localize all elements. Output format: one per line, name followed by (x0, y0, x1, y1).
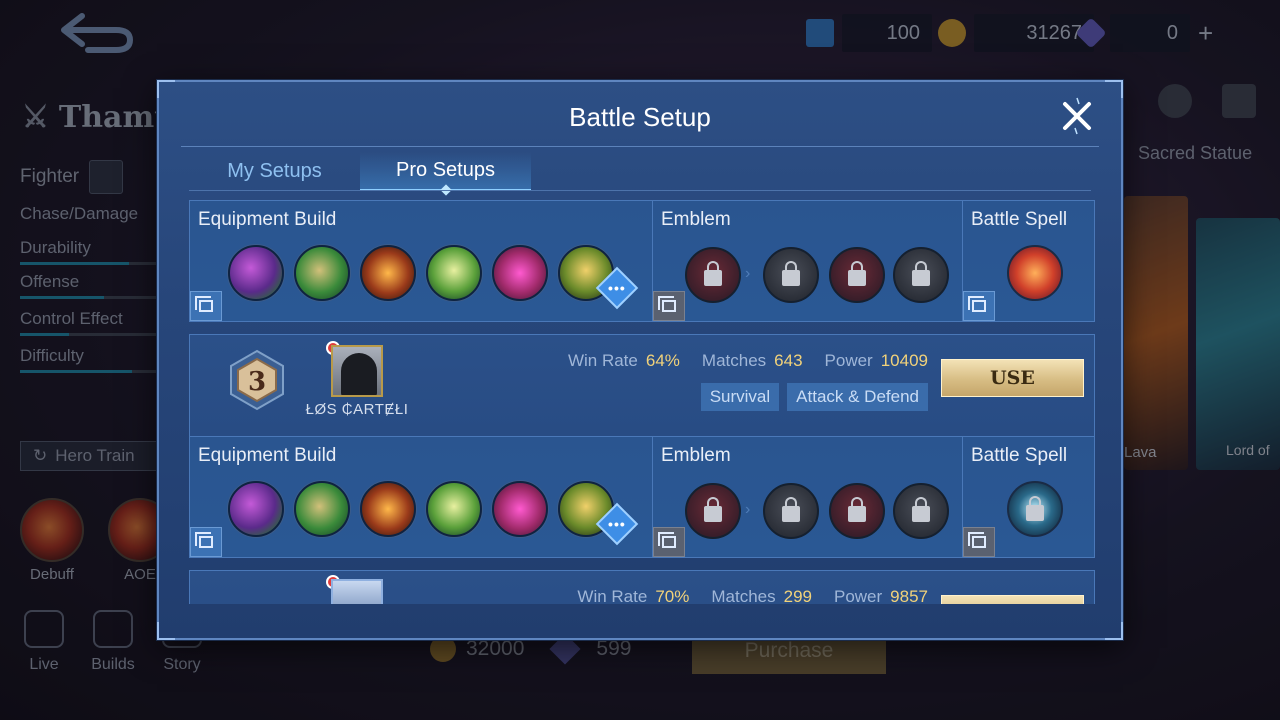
emblem-talent-1-icon[interactable] (763, 247, 819, 303)
copy-build-icon[interactable] (190, 527, 222, 557)
tag-attack-defend: Attack & Defend (787, 383, 928, 411)
emblem-main-icon[interactable] (685, 247, 741, 303)
bloodlust-axe-item-icon[interactable] (492, 481, 548, 537)
avatar[interactable] (331, 345, 383, 397)
emblem-section: Emblem › (653, 437, 962, 557)
lock-icon (782, 261, 800, 286)
lock-icon (912, 261, 930, 286)
war-axe-item-icon[interactable] (294, 481, 350, 537)
player-stats: Win Rate 64% Matches 643 Power 10409 (567, 351, 928, 370)
build-panel: Equipment Build ••• Emblem › Battle Spel… (189, 200, 1095, 322)
lock-icon (782, 497, 800, 522)
emblem-talent-3-icon[interactable] (893, 247, 949, 303)
avatar[interactable] (331, 579, 383, 604)
boots-item-icon[interactable] (228, 245, 284, 301)
dialog-title: Battle Setup (569, 102, 711, 132)
use-button[interactable]: USE (941, 595, 1084, 604)
battle-spell-section: Battle Spell (963, 437, 1095, 557)
copy-spell-icon[interactable] (963, 291, 995, 321)
queens-wings-item-icon[interactable] (426, 245, 482, 301)
queens-wings-item-icon[interactable] (426, 481, 482, 537)
copy-emblem-icon[interactable] (653, 291, 685, 321)
boots-item-icon[interactable] (228, 481, 284, 537)
player-stats: Win Rate 70% Matches 299 Power 9857 (577, 587, 928, 604)
emblem-talent-2-icon[interactable] (829, 247, 885, 303)
build-panel: Equipment Build ••• Emblem › Battle Spel… (189, 436, 1095, 558)
copy-emblem-icon[interactable] (653, 527, 685, 557)
close-icon[interactable] (1057, 96, 1097, 136)
emblem-talent-3-icon[interactable] (893, 483, 949, 539)
lock-icon (848, 261, 866, 286)
battle-spell-icon[interactable] (1007, 481, 1063, 537)
setup-tabs: My Setups Pro Setups (189, 152, 531, 191)
copy-spell-icon[interactable] (963, 527, 995, 557)
lock-icon (912, 497, 930, 522)
lock-icon (1026, 496, 1044, 521)
emblem-section: Emblem › (653, 201, 962, 321)
lock-icon (704, 497, 722, 522)
battle-spell-section: Battle Spell (963, 201, 1095, 321)
battle-setup-dialog: Battle Setup My Setups Pro Setups Equipm… (157, 80, 1123, 640)
rank-badge-icon: 3 (230, 349, 284, 411)
equipment-build-section: Equipment Build ••• (190, 201, 652, 321)
battle-spell-icon[interactable] (1007, 245, 1063, 301)
tab-my-setups[interactable]: My Setups (189, 152, 360, 191)
pro-setups-list[interactable]: Equipment Build ••• Emblem › Battle Spel… (189, 200, 1095, 604)
war-axe-item-icon[interactable] (294, 245, 350, 301)
pro-player-row: Win Rate70% Matches299 Power9857 USE (189, 570, 1095, 604)
lock-icon (848, 497, 866, 522)
player-name: ŁØS ₵ARTɆŁI (305, 401, 409, 418)
pro-player-row: 3 ŁØS ₵ARTɆŁI Win Rate 64% Matches 643 Pow… (189, 334, 1095, 436)
emblem-talent-1-icon[interactable] (763, 483, 819, 539)
svg-text:3: 3 (248, 367, 266, 397)
hunter-strike-item-icon[interactable] (360, 245, 416, 301)
emblem-main-icon[interactable] (685, 483, 741, 539)
tag-survival: Survival (700, 383, 780, 411)
hunter-strike-item-icon[interactable] (360, 481, 416, 537)
use-button[interactable]: USE (941, 359, 1084, 397)
copy-build-icon[interactable] (190, 291, 222, 321)
bloodlust-axe-item-icon[interactable] (492, 245, 548, 301)
build-tags: Survival Attack & Defend (700, 383, 928, 411)
equipment-build-section: Equipment Build ••• (190, 437, 652, 557)
emblem-talent-2-icon[interactable] (829, 483, 885, 539)
lock-icon (704, 261, 722, 286)
tab-pro-setups[interactable]: Pro Setups (360, 152, 531, 191)
